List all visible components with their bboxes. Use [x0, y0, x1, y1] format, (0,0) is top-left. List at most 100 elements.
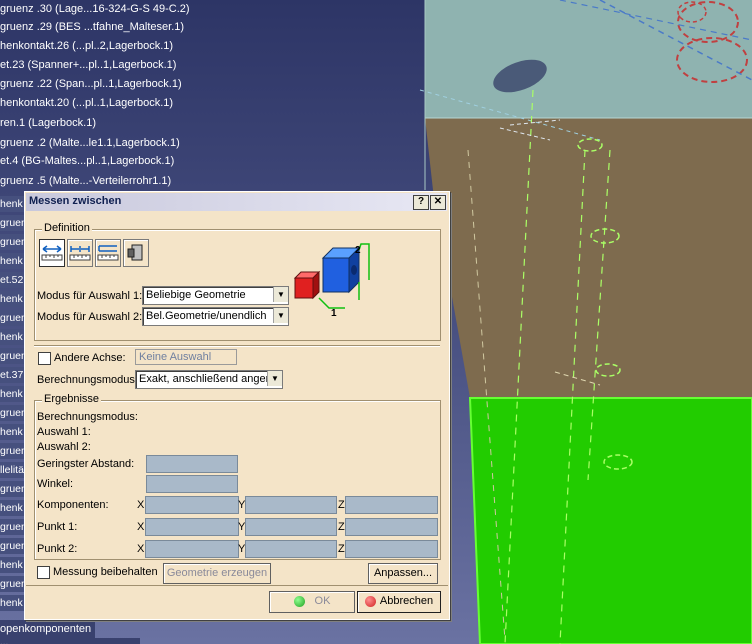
- x-label: X: [137, 543, 145, 555]
- other-axis-input[interactable]: Keine Auswahl: [135, 349, 237, 365]
- result-selection1-label: Auswahl 1:: [37, 426, 91, 438]
- tree-item[interactable]: et.4 (BG-Maltes...pl..1,Lagerbock.1): [0, 152, 177, 170]
- tree-item-stub[interactable]: henk: [0, 329, 24, 345]
- tree-item-stub[interactable]: et.52: [0, 272, 24, 288]
- tree-item[interactable]: gruenz .30 (Lage...16-324-G-S 49-C.2): [0, 0, 193, 18]
- tree-item-stub[interactable]: henk: [0, 595, 24, 611]
- tree-item-stub[interactable]: gruenz: [0, 576, 24, 592]
- diagram-label-1: 1: [331, 308, 337, 319]
- tree-item[interactable]: ren.1 (Lagerbock.1): [0, 114, 99, 132]
- tree-item[interactable]: henkontakt.20 (...pl..1,Lagerbock.1): [0, 94, 176, 112]
- measure-diagram-icon: 1 2: [293, 243, 370, 319]
- result-selection2-label: Auswahl 2:: [37, 441, 91, 453]
- tree-item-stub[interactable]: gruenz: [0, 519, 24, 535]
- components-y: [245, 496, 337, 514]
- dialog-titlebar[interactable]: Messen zwischen ? ✕: [26, 193, 447, 211]
- ok-icon: [293, 595, 305, 607]
- point2-x: [145, 540, 239, 558]
- tree-item-stub[interactable]: henk: [0, 557, 24, 573]
- mode2-select[interactable]: Bel.Geometrie/unendlich ▼: [142, 307, 289, 326]
- tree-item-stub[interactable]: henk: [0, 196, 24, 212]
- definition-legend: Definition: [42, 222, 92, 234]
- cancel-label: Abbrechen: [379, 595, 434, 607]
- z-label: Z: [338, 499, 345, 511]
- calc-mode-select[interactable]: Exakt, anschließend angen ▼: [135, 370, 283, 389]
- measure-fan-icon[interactable]: [95, 239, 121, 267]
- other-axis-checkbox[interactable]: [38, 352, 51, 365]
- tree-item-stub[interactable]: gruenz: [0, 405, 24, 421]
- tree-item-stub[interactable]: gruenz: [0, 538, 24, 554]
- tree-item[interactable]: gruenz .22 (Span...pl..1,Lagerbock.1): [0, 75, 185, 93]
- keep-measure-label: Messung beibehalten: [53, 566, 158, 578]
- tree-item[interactable]: henkontakt.26 (...pl..2,Lagerbock.1): [0, 37, 176, 55]
- tree-item-stub[interactable]: henk: [0, 291, 24, 307]
- tree-item-stub[interactable]: gruenz: [0, 234, 24, 250]
- point1-z: [345, 518, 438, 536]
- point1-x: [145, 518, 239, 536]
- ok-button[interactable]: OK: [269, 591, 355, 613]
- close-button[interactable]: ✕: [430, 195, 446, 210]
- calc-mode-label: Berechnungsmodus:: [37, 374, 138, 386]
- tree-item-stub[interactable]: henk: [0, 424, 24, 440]
- point2-z: [345, 540, 438, 558]
- z-label: Z: [338, 543, 345, 555]
- dialog-title: Messen zwischen: [29, 195, 122, 207]
- create-geometry-button[interactable]: Geometrie erzeugen: [163, 563, 271, 584]
- components-label: Komponenten:: [37, 499, 109, 511]
- components-z: [345, 496, 438, 514]
- angle-value: [146, 475, 238, 493]
- chevron-down-icon[interactable]: ▼: [273, 287, 288, 302]
- tree-item[interactable]: et.23 (Spanner+...pl..1,Lagerbock.1): [0, 56, 179, 74]
- mode1-value: Beliebige Geometrie: [146, 289, 246, 301]
- measure-chain-icon[interactable]: [67, 239, 93, 267]
- mode1-select[interactable]: Beliebige Geometrie ▼: [142, 286, 289, 305]
- mode2-label: Modus für Auswahl 2:: [37, 311, 143, 323]
- tree-item-stub[interactable]: gruenz: [0, 310, 24, 326]
- tree-item-stub[interactable]: et.37: [0, 367, 24, 383]
- cancel-icon: [364, 595, 376, 607]
- mode2-value: Bel.Geometrie/unendlich: [146, 310, 267, 322]
- separator: [26, 585, 448, 586]
- min-distance-label: Geringster Abstand:: [37, 458, 135, 470]
- components-x: [145, 496, 239, 514]
- tree-item[interactable]: gruenz .29 (BES ...tfahne_Malteser.1): [0, 18, 187, 36]
- tree-item-stub[interactable]: gruenz: [0, 348, 24, 364]
- calc-mode-value: Exakt, anschließend angen: [139, 373, 272, 385]
- model-top-block: [425, 0, 752, 118]
- model-bottom-block-selected: [468, 397, 752, 644]
- measure-between-dialog: Messen zwischen ? ✕ Definition Modus für…: [24, 191, 450, 620]
- separator: [34, 345, 440, 346]
- tree-item-stub[interactable]: llelitä: [0, 462, 24, 478]
- tree-item-stub[interactable]: gruenz: [0, 215, 24, 231]
- specification-tree: gruenz .30 (Lage...16-324-G-S 49-C.2) gr…: [0, 0, 440, 200]
- other-axis-placeholder: Keine Auswahl: [139, 351, 212, 363]
- tree-item[interactable]: gruenz .2 (Malte...le1.1,Lagerbock.1): [0, 134, 183, 152]
- tree-item-stub[interactable]: gruenz: [0, 443, 24, 459]
- tree-item-stub[interactable]: henk: [0, 386, 24, 402]
- measure-between-icon[interactable]: [39, 239, 65, 267]
- model-middle-block: [425, 118, 752, 398]
- help-button[interactable]: ?: [413, 195, 429, 210]
- mode1-label: Modus für Auswahl 1:: [37, 290, 143, 302]
- other-axis-label: Andere Achse:: [54, 352, 126, 364]
- results-legend: Ergebnisse: [42, 393, 102, 405]
- result-calc-mode-label: Berechnungsmodus:: [37, 411, 138, 423]
- tree-item[interactable]: ...: [0, 638, 140, 644]
- tree-item[interactable]: openkomponenten: [0, 620, 96, 638]
- measure-item-icon[interactable]: [123, 239, 149, 267]
- point2-y: [245, 540, 337, 558]
- x-label: X: [137, 499, 145, 511]
- x-label: X: [137, 521, 145, 533]
- cancel-button[interactable]: Abbrechen: [357, 591, 441, 613]
- point1-y: [245, 518, 337, 536]
- tree-item[interactable]: gruenz .5 (Malte...-Verteilerrohr1.1): [0, 172, 174, 190]
- z-label: Z: [338, 521, 345, 533]
- customize-button[interactable]: Anpassen...: [368, 563, 438, 584]
- tree-item-stub[interactable]: henk: [0, 500, 24, 516]
- point1-label: Punkt 1:: [37, 521, 78, 533]
- tree-item-stub[interactable]: henk: [0, 253, 24, 269]
- chevron-down-icon[interactable]: ▼: [273, 308, 288, 323]
- keep-measure-checkbox[interactable]: [37, 566, 50, 579]
- chevron-down-icon[interactable]: ▼: [267, 371, 282, 386]
- tree-item-stub[interactable]: gruenz: [0, 481, 24, 497]
